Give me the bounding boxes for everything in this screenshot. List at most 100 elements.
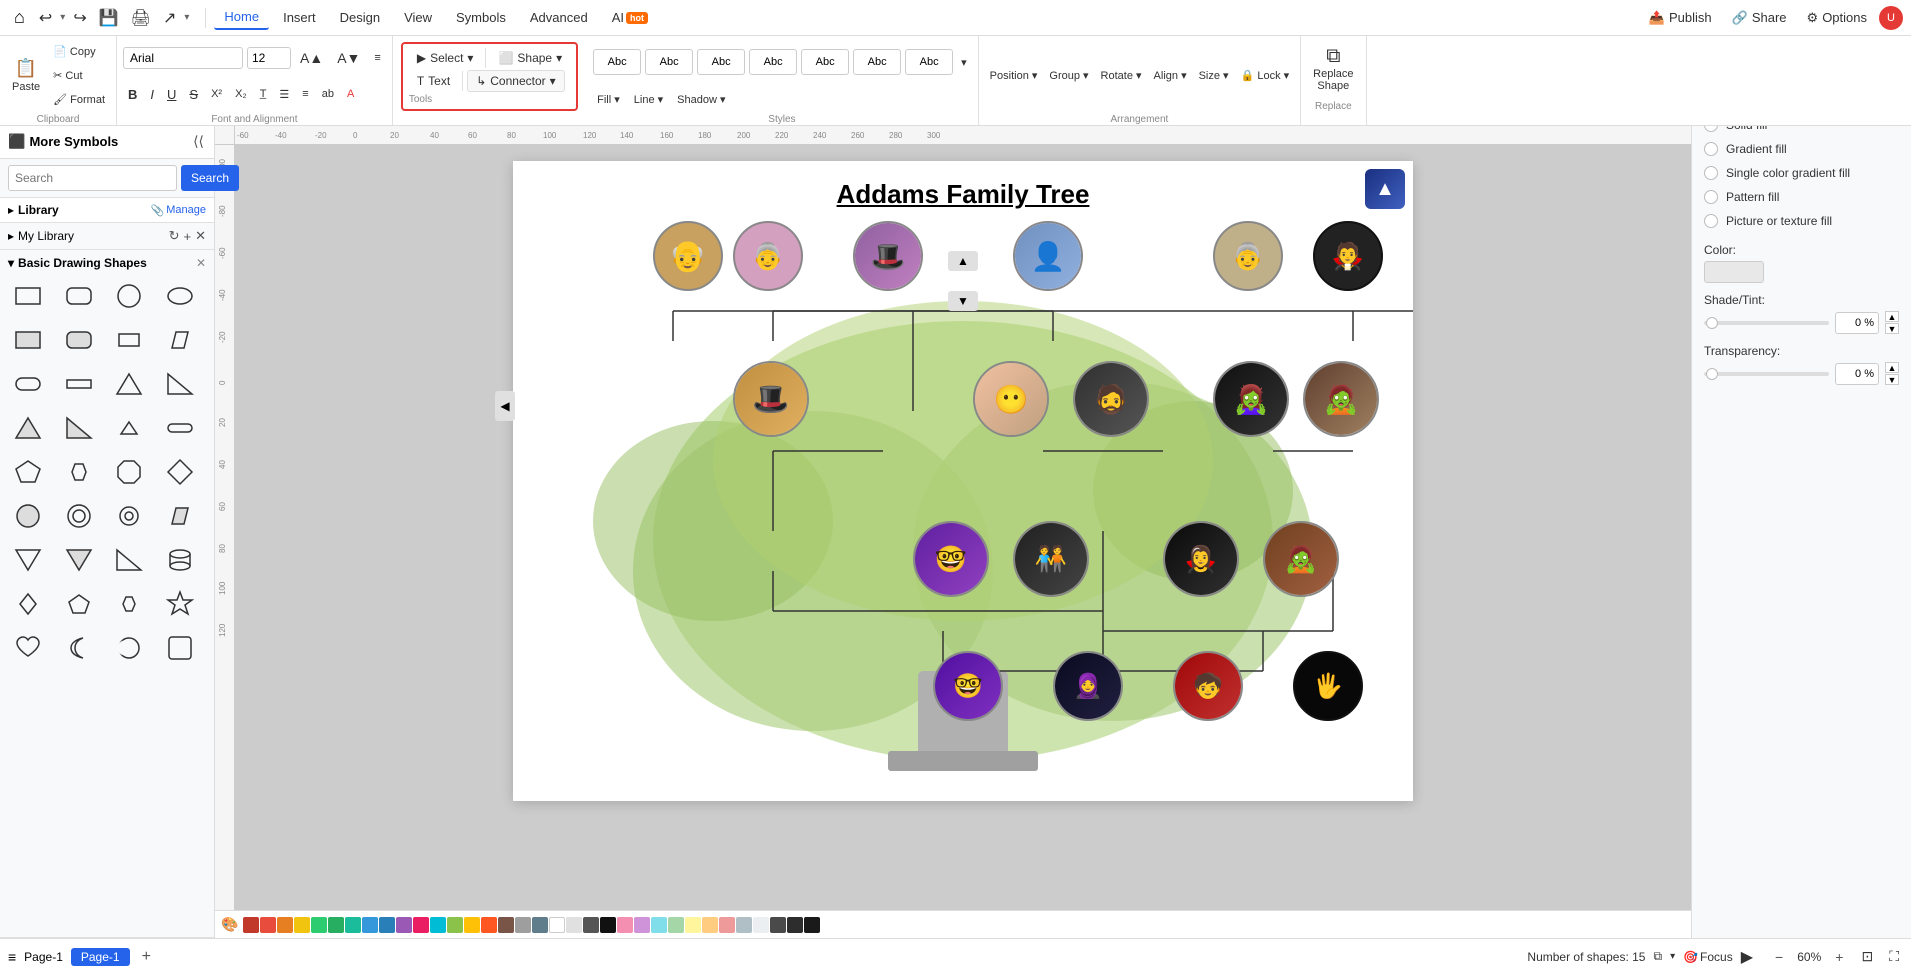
text-tool-btn[interactable]: T Text — [409, 71, 458, 91]
shadow-btn[interactable]: Shadow ▾ — [672, 88, 730, 110]
shape-ring[interactable] — [59, 496, 99, 536]
undo-dropdown[interactable]: ▾ — [60, 12, 65, 23]
node-gen2-center-right[interactable]: 🧔 — [1073, 361, 1149, 437]
palette-color-brown[interactable] — [498, 917, 514, 933]
shape-pentagon[interactable] — [8, 452, 48, 492]
palette-color-7[interactable] — [719, 917, 735, 933]
menu-view[interactable]: View — [394, 6, 442, 29]
palette-color-black[interactable] — [600, 917, 616, 933]
dropdown-icon[interactable]: ▾ — [1670, 951, 1675, 962]
strikethrough-btn[interactable]: S — [184, 83, 203, 105]
color-display[interactable] — [1704, 261, 1764, 283]
my-lib-close-btn[interactable]: ✕ — [195, 228, 206, 244]
palette-color-dark-grey[interactable] — [583, 917, 599, 933]
node-grandfather-1[interactable]: 👴 — [653, 221, 723, 291]
palette-color-2[interactable] — [634, 917, 650, 933]
rotate-btn[interactable]: Rotate ▾ — [1096, 64, 1147, 86]
node-grandfather-2[interactable]: 🧛 — [1313, 221, 1383, 291]
pattern-fill-option[interactable]: Pattern fill — [1704, 185, 1899, 209]
my-lib-add-btn[interactable]: + — [184, 229, 192, 244]
decrease-font-btn[interactable]: A▼ — [332, 47, 365, 69]
shape-rounded-rect[interactable] — [59, 276, 99, 316]
palette-color-yellow[interactable] — [294, 917, 310, 933]
menu-design[interactable]: Design — [330, 6, 390, 29]
styles-expand-btn[interactable]: ▾ — [956, 51, 972, 73]
underline-btn[interactable]: U — [162, 83, 181, 105]
shape-wide-rect[interactable] — [59, 364, 99, 404]
palette-color-11[interactable] — [787, 917, 803, 933]
style-swatch-4[interactable]: Abc — [749, 49, 797, 75]
more-btn[interactable]: ▾ — [184, 12, 189, 23]
italic-btn[interactable]: I — [145, 83, 159, 105]
cut-button[interactable]: ✂ Cut — [48, 64, 110, 86]
palette-color-10[interactable] — [770, 917, 786, 933]
position-btn[interactable]: Position ▾ — [985, 64, 1043, 86]
layer-icon[interactable]: ⧉ — [1653, 949, 1662, 964]
shape-hexagon[interactable] — [59, 452, 99, 492]
gradient-fill-option[interactable]: Gradient fill — [1704, 137, 1899, 161]
shape-octagon[interactable] — [109, 452, 149, 492]
align-btn[interactable]: ≡ — [369, 47, 385, 69]
size-btn[interactable]: Size ▾ — [1194, 64, 1234, 86]
shape-barrel[interactable] — [160, 540, 200, 580]
shape-rectangle[interactable] — [8, 276, 48, 316]
font-size-selector[interactable] — [247, 47, 291, 69]
shape-heart[interactable] — [8, 628, 48, 668]
print-btn[interactable]: 🖨 — [127, 6, 155, 30]
search-button[interactable]: Search — [181, 165, 239, 191]
shape-hexagon-sm[interactable] — [109, 584, 149, 624]
palette-color-lime[interactable] — [447, 917, 463, 933]
canvas-nav-up[interactable]: ▲ — [948, 251, 978, 271]
page-tab[interactable]: Page-1 — [71, 948, 130, 966]
palette-color-8[interactable] — [736, 917, 752, 933]
font-selector[interactable] — [123, 47, 243, 69]
node-gen3-3[interactable]: 🧛‍♀️ — [1163, 521, 1239, 597]
style-swatch-5[interactable]: Abc — [801, 49, 849, 75]
save-btn[interactable]: 💾 — [95, 6, 123, 30]
palette-color-1[interactable] — [617, 917, 633, 933]
palette-color-blue-light[interactable] — [362, 917, 378, 933]
shape-stadium[interactable] — [8, 364, 48, 404]
menu-home[interactable]: Home — [214, 5, 269, 30]
search-input[interactable] — [8, 165, 177, 191]
node-gen3-2[interactable]: 🧑‍🤝‍🧑 — [1013, 521, 1089, 597]
palette-color-4[interactable] — [668, 917, 684, 933]
shape-right-tri2[interactable] — [109, 540, 149, 580]
shape-rounded-rect-filled[interactable] — [59, 320, 99, 360]
transparency-slider-thumb[interactable] — [1706, 368, 1718, 380]
shape-rect-sm[interactable] — [109, 320, 149, 360]
shape-pill[interactable] — [160, 408, 200, 448]
node-gen4-1[interactable]: 🤓 — [933, 651, 1003, 721]
indent-btn[interactable]: ≡ — [297, 83, 313, 105]
palette-color-green[interactable] — [328, 917, 344, 933]
superscript-btn[interactable]: X² — [206, 83, 227, 105]
copy-button[interactable]: 📄 Copy — [48, 40, 110, 62]
node-gen2-right-right[interactable]: 🧟 — [1303, 361, 1379, 437]
style-swatch-1[interactable]: Abc — [593, 49, 641, 75]
palette-color-12[interactable] — [804, 917, 820, 933]
palette-color-cyan[interactable] — [430, 917, 446, 933]
shape-tool-btn[interactable]: ⬜ Shape ▾ — [490, 48, 570, 68]
add-page-btn[interactable]: + — [138, 948, 155, 966]
palette-color-9[interactable] — [753, 917, 769, 933]
canvas-nav-down[interactable]: ▼ — [948, 291, 978, 311]
palette-color-pink[interactable] — [413, 917, 429, 933]
menu-insert[interactable]: Insert — [273, 6, 326, 29]
palette-color-grey[interactable] — [515, 917, 531, 933]
transparency-slider-track[interactable] — [1704, 372, 1829, 376]
paste-button[interactable]: 📋 Paste — [6, 49, 46, 101]
pattern-fill-radio[interactable] — [1704, 190, 1718, 204]
palette-color-red-dark[interactable] — [243, 917, 259, 933]
shape-ellipse[interactable] — [160, 276, 200, 316]
sidebar-collapse-btn[interactable]: ⟨⟨ — [191, 131, 206, 152]
node-grandmother-2[interactable]: 👵 — [1213, 221, 1283, 291]
palette-color-green-light[interactable] — [311, 917, 327, 933]
palette-color-blue-grey[interactable] — [532, 917, 548, 933]
node-gen4-3[interactable]: 🧒 — [1173, 651, 1243, 721]
shape-triangle-down[interactable] — [8, 540, 48, 580]
picture-texture-fill-option[interactable]: Picture or texture fill — [1704, 209, 1899, 233]
fit-page-btn[interactable]: ⊡ — [1857, 948, 1877, 965]
redo-btn[interactable]: ↪ — [69, 6, 90, 30]
my-library-expand-icon[interactable]: ▸ — [8, 229, 14, 243]
node-grandmother-1[interactable]: 👵 — [733, 221, 803, 291]
